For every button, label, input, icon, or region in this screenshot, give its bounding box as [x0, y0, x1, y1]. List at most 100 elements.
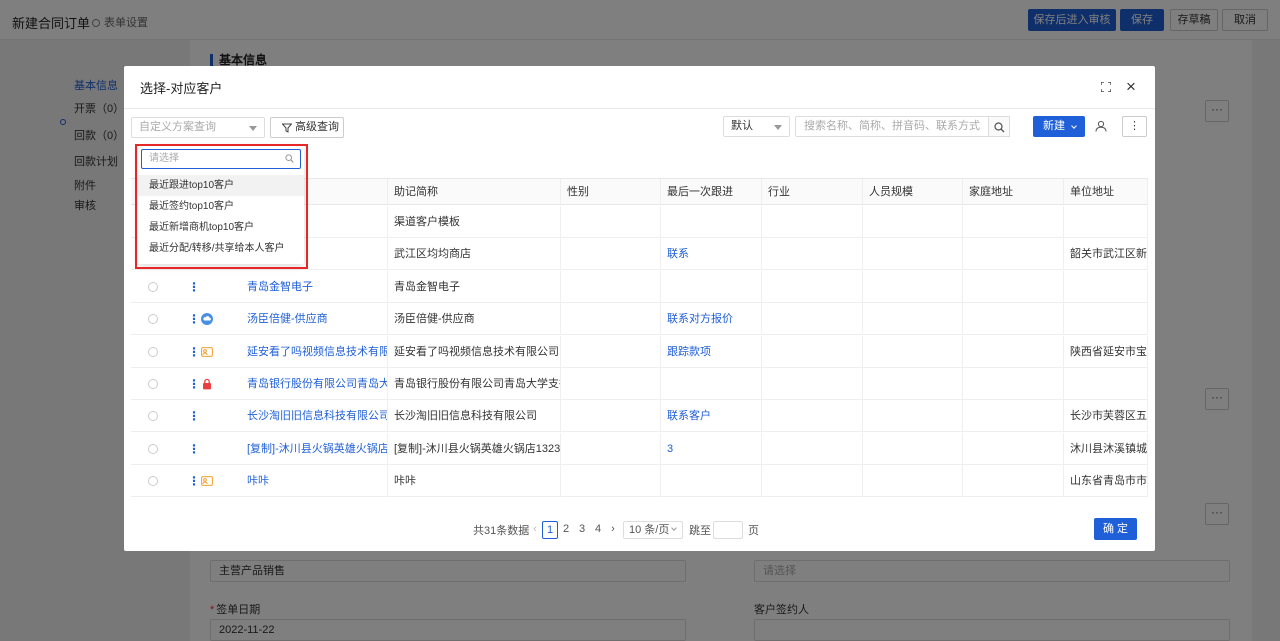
row-menu-icon[interactable]: ⋮	[188, 271, 200, 303]
table-row[interactable]: ⋮ [复制]-沐川县火锅英雄火锅店1...[复制]-沐川县火锅英雄火锅店1323 3…	[131, 432, 1148, 465]
cell-last-follow[interactable]: 跟踪款项	[661, 335, 762, 368]
prev-page-button[interactable]: ‹	[527, 521, 543, 539]
cell-alias: 延安看了吗视频信息技术有限公司	[388, 335, 561, 368]
cell-gender	[561, 303, 661, 336]
cell-name[interactable]: 汤臣倍健-供应商	[241, 303, 388, 336]
table-row[interactable]: ⋮ 青岛金智电子 青岛金智电子	[131, 270, 1148, 303]
next-page-button[interactable]: ›	[605, 521, 621, 539]
cell-industry	[762, 270, 863, 303]
cell-home-address	[963, 270, 1064, 303]
jump-page-input[interactable]	[713, 521, 743, 539]
chevron-down-icon	[1071, 123, 1077, 129]
cell-alias: 长沙淘旧旧信息科技有限公司	[388, 400, 561, 433]
search-icon	[994, 122, 1005, 133]
row-menu-icon[interactable]: ⋮	[188, 303, 200, 335]
cell-last-follow[interactable]	[661, 206, 762, 238]
cell-gender	[561, 238, 661, 271]
cell-unit-address: 沐川县沐溪镇城北	[1064, 432, 1148, 465]
cell-unit-address	[1064, 303, 1148, 336]
cell-last-follow[interactable]	[661, 465, 762, 498]
row-menu-icon[interactable]: ⋮	[188, 336, 200, 368]
table-row[interactable]: ⋮ 长沙淘旧旧信息科技有限公司长沙淘旧旧信息科技有限公司 联系客户 长沙市芙蓉区五一	[131, 400, 1148, 433]
cell-name[interactable]: 青岛银行股份有限公司青岛大...	[241, 368, 388, 400]
search-button[interactable]	[989, 116, 1010, 137]
cell-staff-size	[863, 303, 963, 336]
caret-down-icon	[249, 126, 257, 131]
table-row[interactable]: ⋮ 咔咔咔咔 山东省青岛市市南	[131, 465, 1148, 498]
cell-home-address	[963, 400, 1064, 433]
row-menu-icon[interactable]: ⋮	[188, 465, 200, 497]
more-options-button[interactable]: ⋮	[1122, 116, 1147, 137]
cell-name[interactable]: 青岛金智电子	[241, 270, 388, 303]
advanced-query-button[interactable]: 高级查询	[270, 117, 344, 138]
cloud-badge-icon	[201, 313, 213, 326]
row-radio[interactable]	[148, 281, 158, 292]
cell-unit-address	[1064, 206, 1148, 238]
cell-industry	[762, 335, 863, 368]
cell-gender	[561, 206, 661, 238]
cell-last-follow[interactable]: 联系	[661, 238, 762, 271]
cell-alias: 咔咔	[388, 465, 561, 498]
cell-last-follow[interactable]: 联系客户	[661, 400, 762, 433]
cell-name[interactable]: 长沙淘旧旧信息科技有限公司	[241, 400, 388, 433]
table-row[interactable]: ⋮ 汤臣倍健-供应商 汤臣倍健-供应商 联系对方报价	[131, 303, 1148, 336]
table-row[interactable]: ⋮ 延安看了吗视频信息技术有限... 延安看了吗视频信息技术有限公司 跟踪款项 陕西省延…	[131, 335, 1148, 368]
user-icon[interactable]	[1095, 120, 1107, 132]
funnel-icon	[282, 123, 292, 133]
cell-staff-size	[863, 238, 963, 271]
cell-home-address	[963, 465, 1064, 498]
page-3-button[interactable]: 3	[574, 521, 590, 539]
cell-unit-address	[1064, 368, 1148, 400]
row-radio[interactable]	[148, 443, 158, 454]
cell-gender	[561, 270, 661, 303]
row-radio[interactable]	[148, 379, 158, 389]
cell-unit-address: 韶关市武江区新兴	[1064, 238, 1148, 271]
confirm-button[interactable]: 确 定	[1094, 518, 1137, 540]
row-radio[interactable]	[148, 476, 158, 487]
expand-icon[interactable]	[1101, 82, 1111, 92]
new-button[interactable]: 新建	[1033, 116, 1085, 137]
row-radio[interactable]	[148, 346, 158, 357]
cell-home-address	[963, 238, 1064, 271]
jump-label: 跳至	[689, 525, 711, 537]
search-input[interactable]: 搜索名称、简称、拼音码、联系方式	[795, 116, 989, 137]
cell-unit-address: 长沙市芙蓉区五一	[1064, 400, 1148, 433]
table-row[interactable]: ⋮ 青岛银行股份有限公司青岛大...青岛银行股份有限公司青岛大学支行(...	[131, 368, 1148, 400]
row-menu-icon[interactable]: ⋮	[188, 433, 200, 465]
cell-last-follow[interactable]: 联系对方报价	[661, 303, 762, 336]
cell-staff-size	[863, 206, 963, 238]
cell-name[interactable]: 延安看了吗视频信息技术有限...	[241, 335, 388, 368]
page-4-button[interactable]: 4	[590, 521, 606, 539]
cell-alias: [复制]-沐川县火锅英雄火锅店1323	[388, 432, 561, 465]
page-1-button[interactable]: 1	[542, 521, 558, 539]
close-icon[interactable]: ×	[1126, 78, 1136, 95]
cell-industry	[762, 238, 863, 271]
row-menu-icon[interactable]: ⋮	[188, 400, 200, 432]
cell-last-follow[interactable]: 3	[661, 432, 762, 465]
row-radio[interactable]	[148, 411, 158, 422]
row-radio[interactable]	[148, 314, 158, 325]
cell-name[interactable]: [复制]-沐川县火锅英雄火锅店1...	[241, 432, 388, 465]
lock-icon	[203, 378, 211, 390]
sort-select[interactable]: 默认	[723, 116, 790, 137]
cell-home-address	[963, 206, 1064, 238]
cell-unit-address	[1064, 270, 1148, 303]
column-header-unit-address: 单位地址	[1064, 179, 1148, 205]
cell-name[interactable]: 咔咔	[241, 465, 388, 498]
pagination-total: 共31条数据	[473, 525, 530, 537]
cell-alias: 渠道客户模板	[388, 206, 561, 238]
cell-staff-size	[863, 270, 963, 303]
column-header-gender: 性别	[561, 179, 661, 205]
cell-industry	[762, 206, 863, 238]
caret-down-icon	[774, 125, 782, 130]
cell-industry	[762, 465, 863, 498]
cell-last-follow[interactable]	[661, 270, 762, 303]
page-size-select[interactable]: 10 条/页	[623, 521, 683, 539]
cell-last-follow[interactable]	[661, 368, 762, 400]
column-header-last-follow: 最后一次跟进	[661, 179, 762, 205]
custom-scheme-select[interactable]: 自定义方案查询	[131, 117, 265, 138]
row-menu-icon[interactable]: ⋮	[188, 368, 200, 400]
cell-staff-size	[863, 335, 963, 368]
cell-unit-address: 陕西省延安市宝塔	[1064, 335, 1148, 368]
page-2-button[interactable]: 2	[558, 521, 574, 539]
